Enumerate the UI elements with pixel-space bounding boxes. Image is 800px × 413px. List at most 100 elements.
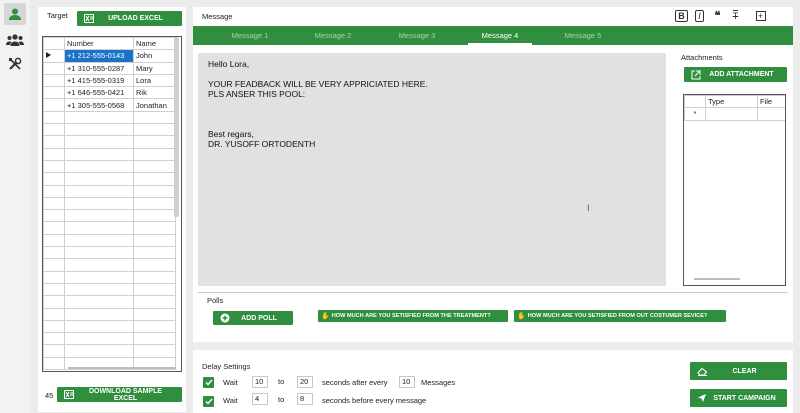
table-row[interactable]: +1 310-555-0287 Mary xyxy=(43,61,176,75)
add-box-icon[interactable]: + xyxy=(754,9,767,22)
delay-after-checkbox[interactable] xyxy=(203,377,214,388)
italic-icon[interactable]: I xyxy=(693,9,706,22)
table-row[interactable] xyxy=(43,233,176,248)
cell-name[interactable]: Jonathan xyxy=(133,98,176,112)
cell-number[interactable] xyxy=(64,270,134,284)
cell-name[interactable] xyxy=(133,270,176,284)
table-row[interactable] xyxy=(43,184,176,198)
cell-name[interactable] xyxy=(133,344,176,358)
table-row[interactable] xyxy=(43,344,176,358)
table-row[interactable]: +1 212-555-0143 John xyxy=(43,49,176,63)
table-row[interactable] xyxy=(43,110,176,125)
cell-number[interactable] xyxy=(64,332,134,346)
row-selector[interactable] xyxy=(43,49,65,63)
new-row-file[interactable] xyxy=(757,107,785,121)
row-selector[interactable] xyxy=(43,258,65,272)
delay-after-min-input[interactable]: 10 xyxy=(252,376,268,388)
nav-group[interactable] xyxy=(4,29,26,51)
row-selector[interactable] xyxy=(43,184,65,198)
upload-excel-button[interactable]: UPLOAD EXCEL xyxy=(77,11,182,26)
poll-item-1[interactable]: ✋ HOW MUCH ARE YOU SETISFIED FROM THE TRE… xyxy=(318,310,508,322)
add-poll-button[interactable]: ADD POLL xyxy=(213,311,293,325)
grid-horizontal-scrollbar[interactable] xyxy=(68,367,176,369)
delay-before-min-input[interactable]: 4 xyxy=(252,393,268,405)
table-row[interactable] xyxy=(43,282,176,297)
cell-name[interactable] xyxy=(133,233,176,248)
table-row[interactable] xyxy=(43,295,176,309)
add-attachment-button[interactable]: ADD ATTACHMENT xyxy=(684,67,787,82)
delay-before-max-input[interactable]: 8 xyxy=(297,393,313,405)
row-selector[interactable] xyxy=(43,73,65,88)
row-selector[interactable] xyxy=(43,270,65,284)
cell-name[interactable] xyxy=(133,110,176,125)
cell-number[interactable] xyxy=(64,147,134,161)
cell-name[interactable]: Lora xyxy=(133,73,176,88)
cell-name[interactable] xyxy=(133,246,176,260)
cell-number[interactable] xyxy=(64,159,134,174)
delay-before-checkbox[interactable] xyxy=(203,396,214,407)
table-row[interactable]: +1 305-555-0568 Jonathan xyxy=(43,98,176,112)
cell-number[interactable]: +1 310-555-0287 xyxy=(64,61,134,75)
attachments-grid[interactable]: Type File * xyxy=(683,94,786,286)
tab-message-1[interactable]: Message 1 xyxy=(218,26,282,45)
table-row[interactable] xyxy=(43,246,176,260)
cell-name[interactable] xyxy=(133,159,176,174)
cell-name[interactable] xyxy=(133,307,176,321)
row-selector[interactable] xyxy=(43,356,65,371)
row-selector[interactable] xyxy=(43,209,65,223)
cell-name[interactable]: John xyxy=(133,49,176,63)
cell-number[interactable]: +1 415-555-0319 xyxy=(64,73,134,88)
row-selector[interactable] xyxy=(43,135,65,149)
row-selector[interactable] xyxy=(43,196,65,211)
row-selector[interactable] xyxy=(43,110,65,125)
table-row[interactable] xyxy=(43,172,176,186)
row-selector[interactable] xyxy=(43,307,65,321)
download-sample-excel-button[interactable]: DOWNLOAD SAMPLE EXCEL xyxy=(57,387,182,402)
table-row[interactable] xyxy=(43,123,176,137)
cell-number[interactable] xyxy=(64,282,134,297)
row-selector[interactable] xyxy=(43,98,65,112)
cell-number[interactable] xyxy=(64,135,134,149)
row-selector[interactable] xyxy=(43,123,65,137)
new-row-type[interactable] xyxy=(705,107,758,121)
cell-name[interactable] xyxy=(133,332,176,346)
table-row[interactable] xyxy=(43,221,176,235)
cell-name[interactable]: Mary xyxy=(133,61,176,75)
cell-name[interactable] xyxy=(133,258,176,272)
cell-number[interactable] xyxy=(64,196,134,211)
cell-number[interactable] xyxy=(64,209,134,223)
row-selector[interactable] xyxy=(43,159,65,174)
delay-after-max-input[interactable]: 20 xyxy=(297,376,313,388)
table-row[interactable] xyxy=(43,307,176,321)
tab-message-4[interactable]: Message 4 xyxy=(468,26,532,45)
row-selector[interactable] xyxy=(43,332,65,346)
table-row[interactable] xyxy=(43,209,176,223)
table-row[interactable]: +1 415-555-0319 Lora xyxy=(43,73,176,88)
row-selector[interactable] xyxy=(43,172,65,186)
attachments-scrollbar[interactable] xyxy=(694,278,740,280)
cell-number[interactable] xyxy=(64,295,134,309)
nav-tools[interactable] xyxy=(4,53,26,75)
cell-number[interactable] xyxy=(64,319,134,334)
poll-item-2[interactable]: ✋ HOW MUCH ARE YOU SETISFIED FROM OUT COS… xyxy=(514,310,726,322)
cell-number[interactable]: +1 305-555-0568 xyxy=(64,98,134,112)
cell-name[interactable] xyxy=(133,147,176,161)
cell-name[interactable] xyxy=(133,196,176,211)
cell-number[interactable] xyxy=(64,233,134,248)
tab-message-5[interactable]: Message 5 xyxy=(551,26,615,45)
row-selector[interactable] xyxy=(43,147,65,161)
table-row[interactable] xyxy=(43,135,176,149)
column-header-number[interactable]: Number xyxy=(64,37,134,51)
row-selector[interactable] xyxy=(43,233,65,248)
tab-message-2[interactable]: Message 2 xyxy=(301,26,365,45)
grid-vertical-scrollbar[interactable] xyxy=(174,37,179,217)
cell-number[interactable] xyxy=(64,184,134,198)
row-selector[interactable] xyxy=(43,295,65,309)
cell-number[interactable] xyxy=(64,246,134,260)
cell-name[interactable] xyxy=(133,295,176,309)
table-row[interactable] xyxy=(43,159,176,174)
cell-name[interactable] xyxy=(133,135,176,149)
cell-name[interactable] xyxy=(133,209,176,223)
column-header-name[interactable]: Name xyxy=(133,37,176,51)
column-header-file[interactable]: File xyxy=(757,95,785,109)
